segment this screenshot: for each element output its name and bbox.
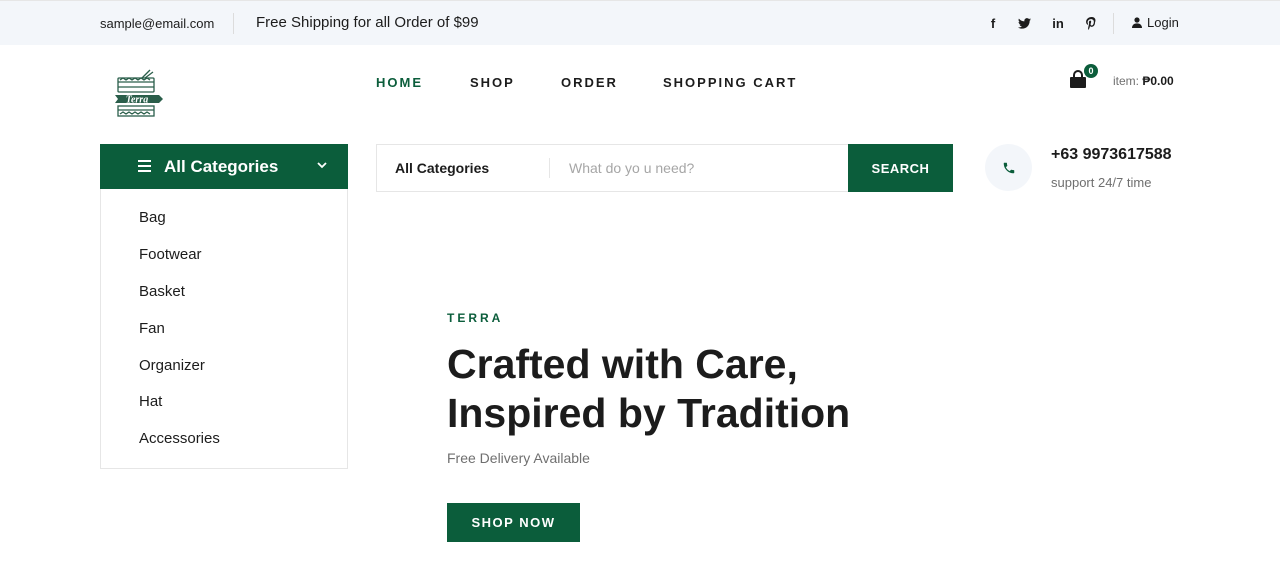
linkedin-icon[interactable]: in bbox=[1050, 15, 1066, 31]
nav-order[interactable]: ORDER bbox=[561, 75, 618, 90]
category-item-bag[interactable]: Bag bbox=[139, 209, 166, 226]
cart-count-badge: 0 bbox=[1084, 64, 1098, 78]
support-phone-number[interactable]: +63 9973617588 bbox=[1051, 146, 1172, 164]
category-item-footwear[interactable]: Footwear bbox=[139, 246, 202, 263]
support-hours: support 24/7 time bbox=[1051, 175, 1152, 190]
search-input[interactable] bbox=[569, 157, 839, 179]
user-icon bbox=[1132, 17, 1142, 28]
hero-tagline: TERRA bbox=[447, 311, 504, 325]
divider bbox=[1113, 13, 1114, 34]
login-label: Login bbox=[1147, 15, 1179, 30]
category-item-organizer[interactable]: Organizer bbox=[139, 357, 205, 374]
divider bbox=[233, 13, 234, 34]
nav-home[interactable]: HOME bbox=[376, 75, 423, 90]
search-category-select[interactable]: All Categories bbox=[395, 160, 489, 176]
chevron-down-icon bbox=[317, 158, 327, 172]
hero-subtitle: Free Delivery Available bbox=[447, 450, 590, 466]
pinterest-icon[interactable] bbox=[1083, 15, 1099, 31]
contact-email[interactable]: sample@email.com bbox=[100, 16, 214, 31]
nav-shopping-cart[interactable]: SHOPPING CART bbox=[663, 75, 797, 90]
all-categories-toggle[interactable]: All Categories bbox=[100, 144, 348, 189]
site-logo[interactable]: Terra bbox=[112, 68, 164, 122]
cart-total[interactable]: item: ₱0.00 bbox=[1113, 74, 1174, 88]
shop-now-button[interactable]: SHOP NOW bbox=[447, 503, 580, 542]
category-item-basket[interactable]: Basket bbox=[139, 283, 185, 300]
cart-total-value: ₱0.00 bbox=[1142, 74, 1174, 88]
hero-title-line-2: Inspired by Tradition bbox=[447, 390, 851, 436]
nav-shop[interactable]: SHOP bbox=[470, 75, 515, 90]
search-bar: All Categories SEARCH bbox=[376, 144, 953, 192]
hero-title-line-1: Crafted with Care, bbox=[447, 341, 798, 387]
menu-icon bbox=[138, 160, 151, 172]
category-item-fan[interactable]: Fan bbox=[139, 320, 165, 337]
divider bbox=[549, 158, 550, 178]
category-item-accessories[interactable]: Accessories bbox=[139, 430, 220, 447]
login-link[interactable]: Login bbox=[1132, 15, 1179, 30]
all-categories-label: All Categories bbox=[164, 157, 279, 176]
hero-title: Crafted with Care, Inspired by Tradition bbox=[447, 340, 947, 438]
cart-item-label: item: bbox=[1113, 74, 1140, 88]
category-item-hat[interactable]: Hat bbox=[139, 393, 162, 410]
facebook-icon[interactable]: f bbox=[985, 15, 1001, 31]
search-button[interactable]: SEARCH bbox=[848, 144, 953, 192]
category-list: Bag Footwear Basket Fan Organizer Hat Ac… bbox=[100, 189, 348, 469]
top-bar: sample@email.com Free Shipping for all O… bbox=[0, 0, 1280, 45]
phone-icon bbox=[985, 144, 1032, 191]
svg-text:Terra: Terra bbox=[126, 95, 148, 106]
shipping-notice: Free Shipping for all Order of $99 bbox=[256, 14, 479, 31]
twitter-icon[interactable] bbox=[1016, 15, 1032, 31]
